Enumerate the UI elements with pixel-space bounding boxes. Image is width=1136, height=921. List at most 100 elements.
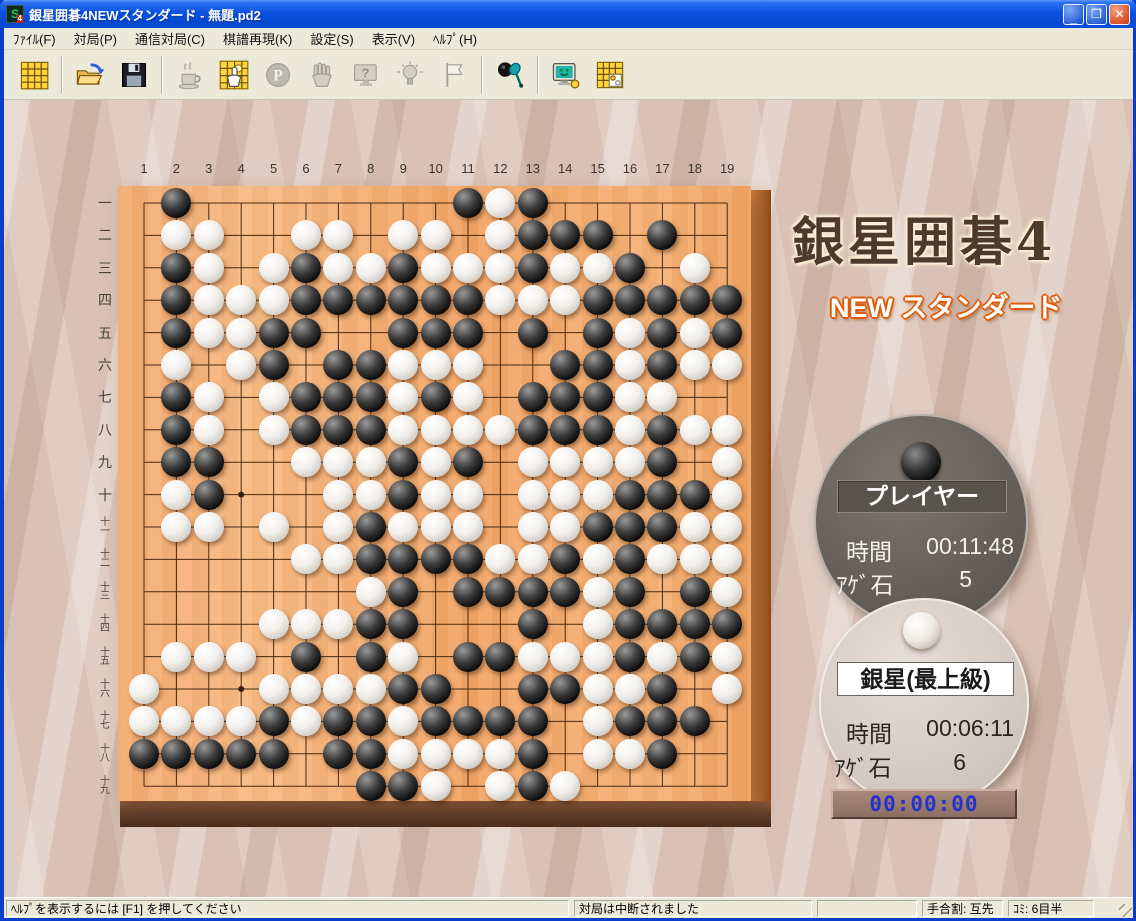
stone-black — [421, 285, 451, 315]
stone-white — [259, 253, 289, 283]
stone-black — [421, 706, 451, 736]
column-label: 4 — [228, 161, 254, 176]
mini-board-button[interactable] — [588, 54, 632, 96]
column-label: 11 — [455, 161, 481, 176]
svg-text:?: ? — [361, 65, 369, 80]
stone-white — [291, 609, 321, 639]
stone-black — [388, 253, 418, 283]
menu-item[interactable]: 棋譜再現(K) — [214, 27, 301, 50]
stone-black — [550, 674, 580, 704]
analyze-button[interactable]: ? — [344, 54, 388, 96]
stone-black — [323, 739, 353, 769]
stone-white — [615, 739, 645, 769]
pass-button[interactable]: P — [256, 54, 300, 96]
menu-item[interactable]: 設定(S) — [301, 27, 362, 50]
stone-black — [518, 609, 548, 639]
stone-black — [259, 350, 289, 380]
app-window: S 4 銀星囲碁4NEWスタンダード - 無題.pd2 _ ❐ ✕ ﾌｧｲﾙ(F… — [0, 0, 1136, 921]
menu-item[interactable]: ﾌｧｲﾙ(F) — [4, 27, 65, 50]
brand-subtitle: NEW スタンダード — [830, 286, 1063, 325]
stone-black — [356, 350, 386, 380]
stone-white — [259, 512, 289, 542]
voice-button[interactable] — [488, 54, 532, 96]
open-record-button[interactable] — [68, 54, 112, 96]
resize-grip[interactable] — [1119, 904, 1132, 917]
stone-white — [550, 512, 580, 542]
stone-white — [421, 253, 451, 283]
stone-black — [680, 706, 710, 736]
new-board-button[interactable] — [12, 54, 56, 96]
row-label: 十九 — [93, 775, 117, 797]
computer-button[interactable] — [544, 54, 588, 96]
stone-black — [291, 253, 321, 283]
close-icon: ✕ — [1110, 5, 1129, 24]
white-player-name[interactable]: 銀星(最上級) — [837, 662, 1014, 696]
stone-black — [647, 318, 677, 348]
move-timer: 00:00:00 — [831, 789, 1017, 819]
stone-black — [485, 577, 515, 607]
stone-white — [259, 674, 289, 704]
break-button[interactable] — [168, 54, 212, 96]
close-button[interactable]: ✕ — [1109, 4, 1130, 25]
row-label: 五 — [93, 322, 117, 344]
stone-white — [356, 674, 386, 704]
stone-black — [421, 544, 451, 574]
minimize-button[interactable]: _ — [1063, 4, 1084, 25]
stone-black — [161, 318, 191, 348]
stone-black — [583, 285, 613, 315]
menu-bar: ﾌｧｲﾙ(F)対局(P)通信対局(C)棋譜再現(K)設定(S)表示(V)ﾍﾙﾌﾟ… — [4, 28, 1133, 50]
app-icon: S 4 — [6, 5, 24, 23]
stone-black — [550, 415, 580, 445]
stone-black — [518, 188, 548, 218]
stone-black — [518, 382, 548, 412]
minimize-icon: _ — [1064, 5, 1083, 24]
stone-black — [356, 382, 386, 412]
stone-black — [680, 609, 710, 639]
stone-black — [453, 318, 483, 348]
stone-black — [356, 285, 386, 315]
status-bar: ﾍﾙﾌﾟを表示するには [F1] を押してください 対局は中断されました 手合割… — [4, 897, 1133, 918]
menu-item[interactable]: ﾍﾙﾌﾟ(H) — [424, 27, 486, 50]
row-label: 十六 — [93, 678, 117, 700]
stone-white — [583, 480, 613, 510]
wait-button[interactable] — [300, 54, 344, 96]
hint-button[interactable] — [388, 54, 432, 96]
stone-white — [453, 415, 483, 445]
row-label: 八 — [93, 419, 117, 441]
move-timer-value: 00:00:00 — [869, 792, 978, 816]
stone-black — [161, 415, 191, 445]
stone-white — [259, 285, 289, 315]
menu-item[interactable]: 対局(P) — [65, 27, 126, 50]
menu-item[interactable]: 通信対局(C) — [126, 27, 214, 50]
stone-black — [647, 480, 677, 510]
stone-black — [485, 642, 515, 672]
stone-white — [161, 642, 191, 672]
row-label: 十七 — [93, 710, 117, 732]
stone-white — [421, 350, 451, 380]
save-record-button[interactable] — [112, 54, 156, 96]
stone-white — [583, 609, 613, 639]
stone-black — [712, 318, 742, 348]
stone-black — [226, 739, 256, 769]
hand-icon — [307, 60, 337, 90]
row-label: 十四 — [93, 613, 117, 635]
stone-white — [421, 220, 451, 250]
stone-white — [226, 642, 256, 672]
black-captures-label: ｱｹﾞ石 — [836, 566, 894, 600]
stone-black — [421, 382, 451, 412]
lightbulb-icon — [395, 60, 425, 90]
resign-button[interactable] — [432, 54, 476, 96]
stone-white — [615, 674, 645, 704]
move-input-button[interactable] — [212, 54, 256, 96]
stone-white — [583, 674, 613, 704]
title-bar[interactable]: S 4 銀星囲碁4NEWスタンダード - 無題.pd2 _ ❐ ✕ — [0, 0, 1136, 28]
stone-black — [518, 674, 548, 704]
stone-white — [615, 447, 645, 477]
row-label: 三 — [93, 257, 117, 279]
maximize-button[interactable]: ❐ — [1086, 4, 1107, 25]
menu-item[interactable]: 表示(V) — [363, 27, 424, 50]
go-board[interactable] — [118, 186, 751, 801]
row-label: 十一 — [93, 516, 117, 538]
stone-black — [356, 512, 386, 542]
stone-white — [550, 642, 580, 672]
